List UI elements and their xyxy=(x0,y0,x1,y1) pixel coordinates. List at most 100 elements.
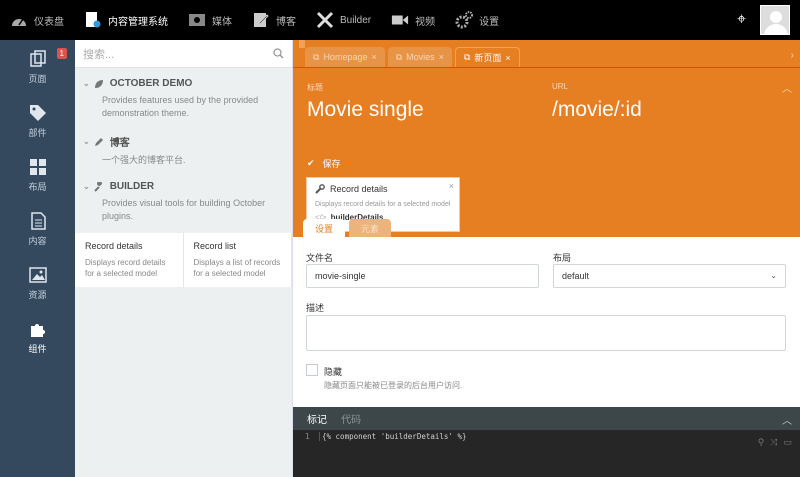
pages-badge: 1 xyxy=(56,48,67,59)
topnav-video[interactable]: 视频 xyxy=(381,0,445,40)
panel-toggle-handle[interactable] xyxy=(299,40,305,48)
crosshair-icon[interactable]: ⌖ xyxy=(737,11,746,29)
close-icon[interactable]: × xyxy=(449,181,454,191)
group-title: BUILDER xyxy=(109,181,155,192)
document-tabs: ⧉ Homepage × ⧉ Movies × ⧉ 新页面 × › xyxy=(293,40,800,68)
description-label: 描述 xyxy=(306,303,325,313)
search-icon[interactable]: ⚲ xyxy=(758,437,765,448)
components-panel: 搜索... ⌄ OCTOBER DEMO Provides features u… xyxy=(75,40,293,477)
group-header[interactable]: ⌄ 博客 xyxy=(83,134,284,149)
group-description: 一个强大的博客平台. xyxy=(102,155,186,165)
chevron-up-icon[interactable]: ︿ xyxy=(782,80,792,95)
sidenav-label: 页面 xyxy=(28,73,47,84)
topnav-blog[interactable]: 博客 xyxy=(242,0,306,40)
description-field[interactable] xyxy=(306,315,786,351)
line-number: 1 xyxy=(305,432,310,441)
chevron-down-icon: ⌄ xyxy=(83,182,90,191)
page-icon: ⧉ xyxy=(313,51,320,62)
pencil-icon xyxy=(94,137,103,146)
tab-new-page[interactable]: ⧉ 新页面 × xyxy=(454,47,520,67)
group-title: 博客 xyxy=(109,138,130,149)
group-header[interactable]: ⌄ OCTOBER DEMO xyxy=(83,78,284,89)
group-title: OCTOBER DEMO xyxy=(109,78,193,89)
sidenav-partials[interactable]: 部件 xyxy=(0,94,75,148)
sidenav-label: 组件 xyxy=(28,343,47,354)
close-icon[interactable]: × xyxy=(505,53,510,63)
topnav-label: 媒体 xyxy=(212,16,232,28)
group-blog[interactable]: ⌄ 博客 一个强大的博客平台. xyxy=(75,124,292,171)
topnav-settings[interactable]: 设置 xyxy=(445,0,509,40)
save-row[interactable]: ✔ 保存 xyxy=(307,157,341,170)
wrench-icon xyxy=(93,181,102,192)
sidenav-pages[interactable]: 页面 1 xyxy=(0,40,75,94)
component-record-details[interactable]: Record details Displays record details f… xyxy=(75,233,184,287)
topnav-media[interactable]: 媒体 xyxy=(178,0,242,40)
group-description: Provides features used by the provided d… xyxy=(102,95,259,118)
sidenav-content[interactable]: 内容 xyxy=(0,202,75,256)
main-editor-area: ⧉ Homepage × ⧉ Movies × ⧉ 新页面 × › 标题 Mov… xyxy=(293,40,800,477)
tab-code[interactable]: 代码 xyxy=(341,411,361,426)
user-avatar[interactable] xyxy=(760,5,790,35)
sidenav-components[interactable]: 组件 xyxy=(0,310,75,364)
tab-label: Movies xyxy=(406,52,435,62)
tab-label: 新页面 xyxy=(474,53,502,63)
url-input[interactable]: /movie/:id xyxy=(552,98,642,122)
document-icon xyxy=(30,211,46,230)
hidden-help-text: 隐藏页面只能被已登录的后台用户访问. xyxy=(324,381,463,390)
monitor-icon[interactable]: ▭ xyxy=(783,437,792,448)
code-editor[interactable]: 1 {% component 'builderDetails' %} ⚲ ⤨ ▭ xyxy=(293,430,800,477)
close-icon[interactable]: × xyxy=(371,52,376,62)
title-input[interactable]: Movie single xyxy=(307,98,424,122)
tab-label: Homepage xyxy=(323,52,368,62)
card-title-text: Record details xyxy=(330,184,388,194)
group-header[interactable]: ⌄ BUILDER xyxy=(83,181,284,192)
component-title: Record details xyxy=(85,241,143,251)
filename-field[interactable]: movie-single xyxy=(306,264,539,288)
topnav-dashboard[interactable]: 仪表盘 xyxy=(0,0,74,40)
tab-markup[interactable]: 标记 xyxy=(307,411,327,426)
sidenav-layouts[interactable]: 布局 xyxy=(0,148,75,202)
chevron-up-icon[interactable]: ︿ xyxy=(782,412,792,427)
component-list: Record details Displays record details f… xyxy=(75,233,292,287)
shuffle-icon[interactable]: ⤨ xyxy=(770,437,777,448)
topnav-label: 博客 xyxy=(276,16,296,28)
media-icon xyxy=(188,11,206,29)
component-record-list[interactable]: Record list Displays a list of records f… xyxy=(184,233,292,287)
topnav-label: 内容管理系统 xyxy=(108,16,168,28)
puzzle-icon xyxy=(30,323,45,337)
search-input[interactable]: 搜索... xyxy=(83,46,114,62)
code-line[interactable]: {% component 'builderDetails' %} xyxy=(319,432,467,441)
component-description: Displays record details for a selected m… xyxy=(85,258,166,278)
close-icon[interactable]: × xyxy=(439,52,444,62)
layout-value: default xyxy=(562,271,590,281)
hidden-checkbox[interactable] xyxy=(306,364,318,376)
tab-settings[interactable]: 设置 xyxy=(303,219,346,237)
page-icon: ⧉ xyxy=(463,52,471,62)
search-icon[interactable] xyxy=(273,48,284,59)
tab-homepage[interactable]: ⧉ Homepage × xyxy=(305,47,385,67)
title-label: 标题 xyxy=(307,83,323,92)
group-october-demo[interactable]: ⌄ OCTOBER DEMO Provides features used by… xyxy=(75,68,292,124)
page-header: 标题 Movie single URL /movie/:id ︿ ✔ 保存 Re… xyxy=(293,68,800,237)
tab-movies[interactable]: ⧉ Movies × xyxy=(387,47,452,67)
pages-icon xyxy=(29,49,46,67)
topnav-builder[interactable]: Builder xyxy=(306,0,381,40)
layout-label: 布局 xyxy=(553,253,572,263)
layout-select[interactable]: default ⌄ xyxy=(553,264,786,288)
group-builder[interactable]: ⌄ BUILDER Provides visual tools for buil… xyxy=(75,171,292,227)
topnav-label: Builder xyxy=(340,14,372,26)
editor-tools: ⚲ ⤨ ▭ xyxy=(758,437,792,448)
page-icon: ⧉ xyxy=(395,51,403,62)
chevron-right-icon[interactable]: › xyxy=(791,50,794,61)
sidenav-label: 布局 xyxy=(28,181,47,192)
sidenav-label: 资源 xyxy=(28,289,47,300)
editor-tabs: 标记 代码 ︿ xyxy=(293,407,800,430)
tag-icon xyxy=(29,104,46,121)
search-box[interactable]: 搜索... xyxy=(75,40,292,68)
topnav-cms[interactable]: 内容管理系统 xyxy=(74,0,178,40)
tab-meta[interactable]: 元素 xyxy=(349,219,392,237)
topnav-label: 视频 xyxy=(415,16,436,28)
leaf-icon xyxy=(94,79,103,88)
sidenav-assets[interactable]: 资源 xyxy=(0,256,75,310)
layouts-icon xyxy=(29,158,46,175)
